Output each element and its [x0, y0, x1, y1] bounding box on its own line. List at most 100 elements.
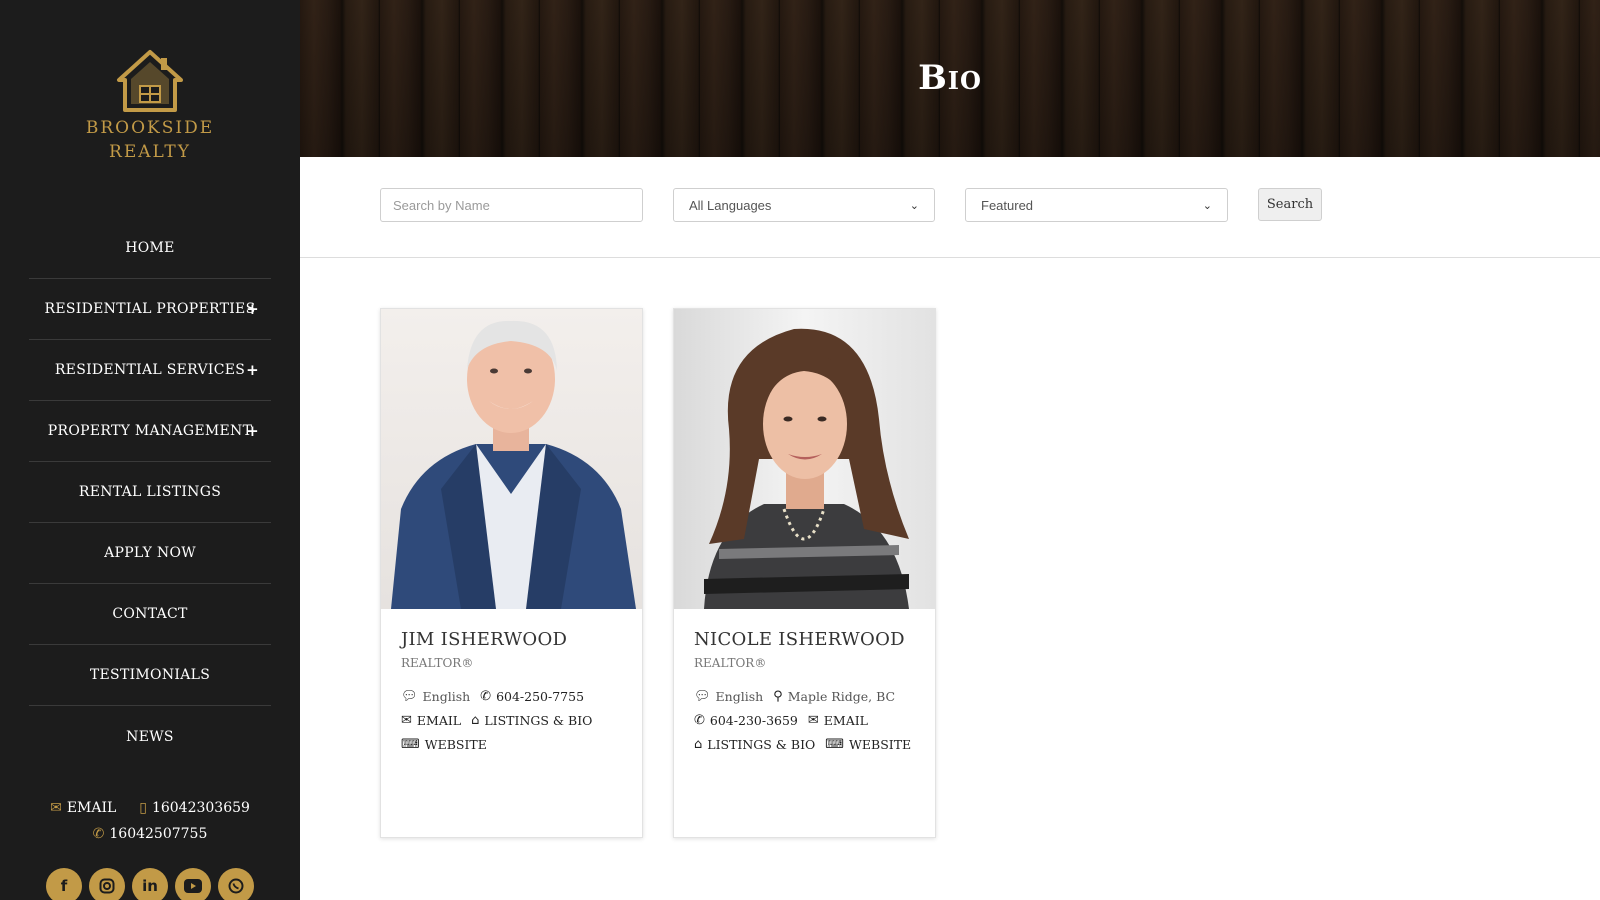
hero-banner: Bio [300, 0, 1600, 157]
agent-portrait-image [674, 309, 935, 609]
house-logo-icon [117, 50, 183, 112]
phone-icon: ✆ [480, 688, 492, 704]
agent-card-body: JIM ISHERWOOD REALTOR® 💬︎ English ✆ 604-… [401, 629, 628, 756]
agent-phone-link[interactable]: ✆ 604-250-7755 [480, 689, 584, 704]
envelope-icon: ✉ [50, 800, 62, 816]
language-select-value: All Languages [689, 197, 772, 213]
agent-location-text: Maple Ridge, BC [787, 688, 896, 704]
agent-name[interactable]: JIM ISHERWOOD [401, 629, 628, 650]
envelope-icon: ✉ [401, 712, 412, 728]
search-name-input[interactable] [381, 189, 642, 221]
agent-card: NICOLE ISHERWOOD REALTOR® 💬︎ English ⚲ M… [673, 308, 936, 838]
sidebar-contact-row-1: ✉ EMAIL ▯ 16042303659 [0, 800, 300, 816]
speech-bubbles-icon: 💬︎ [401, 688, 418, 704]
agent-photo[interactable] [381, 309, 642, 609]
phone-icon: ✆ [92, 826, 105, 842]
whatsapp-icon[interactable] [218, 868, 254, 900]
envelope-icon: ✉ [807, 712, 819, 728]
phone-icon: ✆ [694, 712, 705, 728]
agent-phone-text: 604-230-3659 [709, 712, 798, 728]
agent-email-link[interactable]: ✉ EMAIL [401, 713, 461, 728]
agent-email-link[interactable]: ✉ EMAIL [808, 713, 868, 728]
sidebar-contact-row-2: ✆ 16042507755 [0, 826, 300, 842]
nav-item-residential-services[interactable]: RESIDENTIAL SERVICES + [29, 340, 271, 401]
agent-language: 💬︎ English [694, 689, 763, 704]
laptop-icon: ⌨ [401, 736, 420, 752]
agent-language: 💬︎ English [401, 689, 470, 704]
agent-website-label: WEBSITE [424, 736, 487, 752]
agent-search-bar: All Languages ⌄ Featured ⌄ Search [300, 157, 1600, 258]
agent-listings-link[interactable]: ⌂ LISTINGS & BIO [471, 713, 592, 728]
main-nav: HOME RESIDENTIAL PROPERTIES + RESIDENTIA… [29, 218, 271, 767]
agent-location: ⚲ Maple Ridge, BC [773, 689, 895, 704]
agent-listings-link[interactable]: ⌂ LISTINGS & BIO [694, 737, 815, 752]
nav-item-property-management[interactable]: PROPERTY MANAGEMENT + [29, 401, 271, 462]
nav-item-contact[interactable]: CONTACT [29, 584, 271, 645]
search-name-field [380, 188, 643, 222]
agent-portrait-image [381, 309, 642, 609]
agent-language-text: English [715, 688, 764, 704]
sidebar-mobile-link[interactable]: ▯ 16042303659 [139, 800, 250, 816]
sidebar-email-link[interactable]: ✉ EMAIL [50, 800, 121, 816]
nav-item-testimonials[interactable]: TESTIMONIALS [29, 645, 271, 706]
social-links: f in [46, 868, 254, 900]
agent-title: REALTOR® [694, 656, 767, 670]
sort-select-value: Featured [981, 197, 1034, 213]
nav-item-label: APPLY NOW [104, 545, 196, 561]
expand-plus-icon[interactable]: + [246, 361, 259, 379]
speech-bubbles-icon: 💬︎ [694, 688, 711, 704]
sidebar-mobile-number: 16042303659 [151, 800, 250, 816]
nav-item-apply-now[interactable]: APPLY NOW [29, 523, 271, 584]
brand-logo[interactable]: BROOKSIDE REALTY [0, 48, 300, 162]
nav-item-label: TESTIMONIALS [89, 667, 211, 683]
page-title: Bio [918, 58, 982, 98]
agent-photo[interactable] [674, 309, 935, 609]
agent-language-text: English [422, 688, 471, 704]
agent-listings-label: LISTINGS & BIO [484, 712, 593, 728]
nav-item-residential-properties[interactable]: RESIDENTIAL PROPERTIES + [29, 279, 271, 340]
search-button[interactable]: Search [1258, 188, 1322, 221]
agent-meta: 💬︎ English ⚲ Maple Ridge, BC ✆ 604-230-3… [694, 684, 921, 756]
laptop-icon: ⌨ [825, 736, 845, 752]
expand-plus-icon[interactable]: + [246, 422, 259, 440]
instagram-icon[interactable] [89, 868, 125, 900]
agent-phone-link[interactable]: ✆ 604-230-3659 [694, 713, 798, 728]
agent-website-link[interactable]: ⌨ WEBSITE [401, 737, 487, 752]
linkedin-icon[interactable]: in [132, 868, 168, 900]
agent-card: JIM ISHERWOOD REALTOR® 💬︎ English ✆ 604-… [380, 308, 643, 838]
agent-meta: 💬︎ English ✆ 604-250-7755 ✉ EMAIL ⌂ LIST… [401, 684, 628, 756]
mobile-phone-icon: ▯ [139, 800, 147, 816]
language-select[interactable]: All Languages ⌄ [673, 188, 935, 222]
chevron-down-icon: ⌄ [909, 199, 919, 212]
nav-item-label: HOME [125, 240, 175, 256]
facebook-icon[interactable]: f [46, 868, 82, 900]
expand-plus-icon[interactable]: + [246, 300, 259, 318]
agent-email-label: EMAIL [416, 712, 462, 728]
nav-item-label: CONTACT [112, 606, 188, 622]
agent-email-label: EMAIL [823, 712, 868, 728]
map-marker-icon: ⚲ [773, 688, 783, 704]
nav-item-label: NEWS [126, 728, 174, 745]
sidebar: BROOKSIDE REALTY HOME RESIDENTIAL PROPER… [0, 0, 300, 900]
sidebar-email-label: EMAIL [66, 800, 117, 816]
home-icon: ⌂ [694, 736, 703, 752]
agent-phone-text: 604-250-7755 [496, 688, 585, 704]
agent-listings-label: LISTINGS & BIO [707, 736, 816, 752]
brand-name-line1: BROOKSIDE [85, 118, 215, 138]
sidebar-phone-link[interactable]: ✆ 16042507755 [93, 826, 208, 842]
nav-item-home[interactable]: HOME [29, 218, 271, 279]
nav-item-rental-listings[interactable]: RENTAL LISTINGS [29, 462, 271, 523]
agent-name[interactable]: NICOLE ISHERWOOD [694, 629, 921, 650]
youtube-icon[interactable] [175, 868, 211, 900]
nav-item-label: RESIDENTIAL PROPERTIES [44, 301, 256, 317]
agent-website-label: WEBSITE [849, 736, 912, 752]
home-icon: ⌂ [471, 712, 480, 728]
nav-item-news[interactable]: NEWS [29, 706, 271, 767]
sort-select[interactable]: Featured ⌄ [965, 188, 1228, 222]
brand-name-line2: REALTY [109, 142, 191, 162]
nav-item-label: RENTAL LISTINGS [78, 484, 222, 500]
agent-website-link[interactable]: ⌨ WEBSITE [825, 737, 911, 752]
chevron-down-icon: ⌄ [1202, 199, 1212, 212]
nav-item-label: PROPERTY MANAGEMENT [47, 423, 253, 439]
agent-title: REALTOR® [401, 656, 474, 670]
